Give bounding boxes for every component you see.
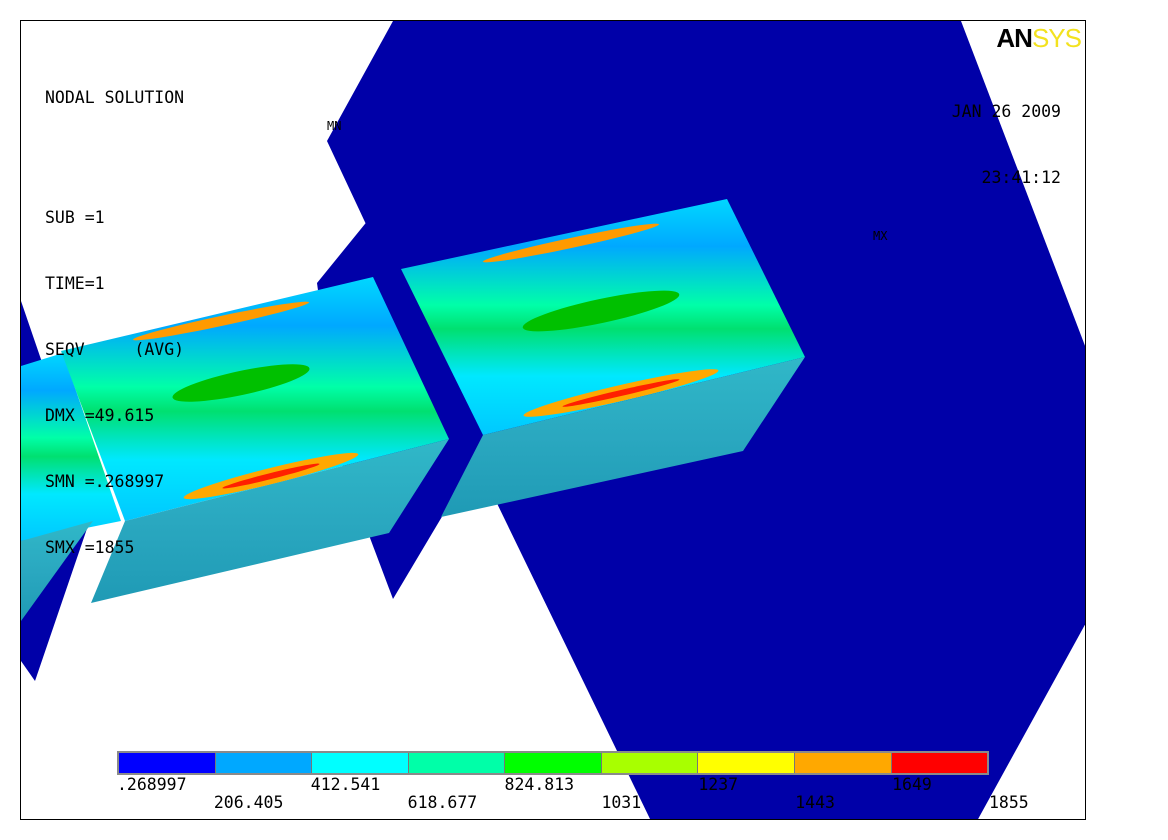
legend-color-4 [408,753,506,773]
contour-legend-bar [117,751,989,775]
legend-color-5 [505,753,602,773]
info-seqv: SEQV (AVG) [45,340,185,359]
legend-label-top: 1237 [698,775,739,794]
legend-color-3 [312,753,409,773]
legend-color-8 [794,753,892,773]
info-sub: SUB =1 [45,208,105,227]
legend-color-6 [601,753,699,773]
ansys-logo: ANSYS [996,23,1082,53]
legend-label-top: 1649 [892,775,932,794]
info-title: NODAL SOLUTION [45,88,185,107]
graphics-window: NODAL SOLUTION SUB =1 TIME=1 SEQV (AVG) … [0,0,1168,840]
legend-label-top: 412.541 [310,775,381,794]
legend-color-1 [119,753,216,773]
legend-label-bottom: 618.677 [407,793,478,812]
plot-frame: NODAL SOLUTION SUB =1 TIME=1 SEQV (AVG) … [20,20,1086,820]
info-smx: SMX =1855 [45,538,135,557]
time-label: 23:41:12 [981,168,1061,187]
legend-label-top: .268997 [117,775,187,794]
legend-label-top: 824.813 [504,775,575,794]
legend-color-2 [215,753,313,773]
legend-color-9 [891,753,988,773]
info-time: TIME=1 [45,274,105,293]
legend-label-bottom: 1031 [601,793,642,812]
legend-label-bottom: 206.405 [213,793,284,812]
date-block: JAN 26 2009 23:41:12 [952,57,1061,233]
legend-label-bottom: 1443 [795,793,835,812]
info-block: NODAL SOLUTION SUB =1 TIME=1 SEQV (AVG) … [45,43,184,603]
max-marker: MX [873,229,888,243]
info-dmx: DMX =49.615 [45,406,155,425]
legend-color-7 [698,753,795,773]
legend-label-bottom: 1855 [989,793,1029,812]
date-label: JAN 26 2009 [951,102,1061,121]
min-marker: MN [327,119,342,133]
info-smn: SMN =.268997 [45,472,165,491]
